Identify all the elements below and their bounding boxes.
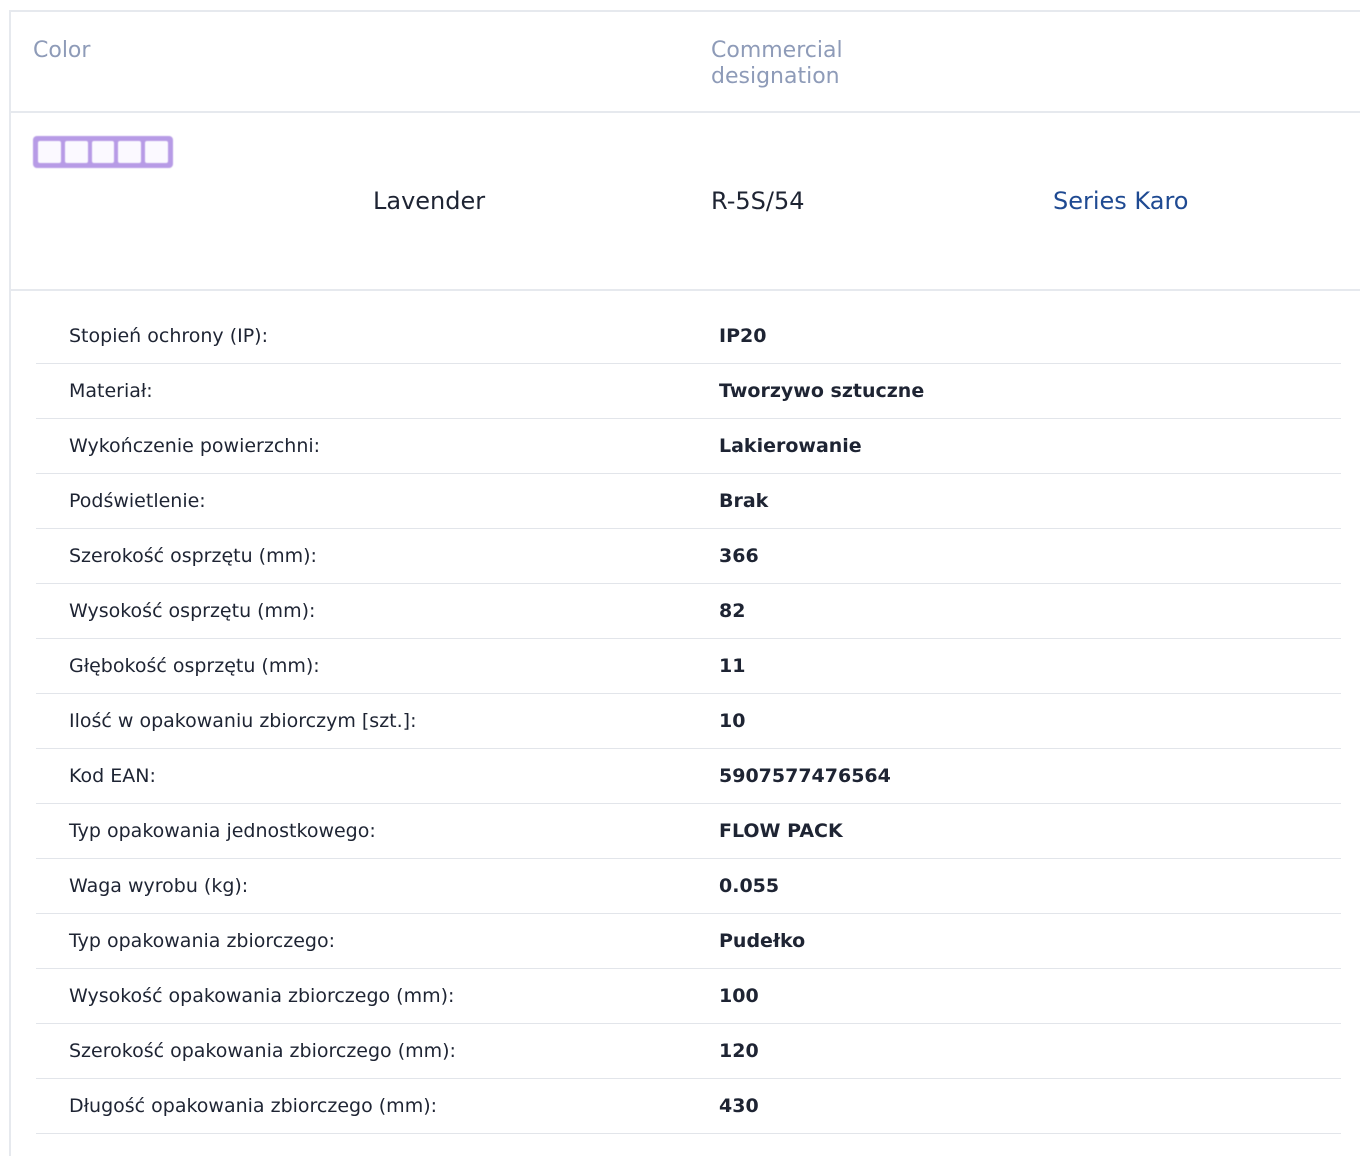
spec-row: Wysokość osprzętu (mm): 82	[36, 584, 1341, 639]
spec-value: 430	[719, 1095, 759, 1117]
spec-value: 10	[719, 710, 746, 732]
product-code: R-5S/54	[711, 187, 805, 215]
spec-value: Pudełko	[719, 930, 806, 952]
spec-label: Typ opakowania jednostkowego:	[69, 820, 376, 842]
spec-value: 100	[719, 985, 759, 1007]
spec-label: Wykończenie powierzchni:	[69, 435, 321, 457]
swatch-cell	[118, 141, 142, 163]
color-name: Lavender	[373, 187, 486, 215]
swatch-cell	[91, 141, 115, 163]
swatch-cell	[145, 141, 168, 163]
spec-row: Szerokość opakowania zbiorczego (mm): 120	[36, 1024, 1341, 1079]
spec-value: 82	[719, 600, 746, 622]
column-header-commercial-designation: Commercial designation	[711, 38, 843, 89]
specifications-table: Stopień ochrony (IP): IP20 Materiał: Tworzy…	[36, 309, 1341, 1134]
spec-value: 5907577476564	[719, 765, 891, 787]
column-header-color: Color	[33, 38, 91, 63]
spec-label: Podświetlenie:	[69, 490, 206, 512]
swatch-cell	[38, 141, 61, 163]
spec-row: Kod EAN: 5907577476564	[36, 749, 1341, 804]
series-link[interactable]: Series Karo	[1053, 187, 1188, 215]
spec-label: Typ opakowania zbiorczego:	[69, 930, 335, 952]
spec-row: Waga wyrobu (kg): 0.055	[36, 859, 1341, 914]
spec-label: Wysokość opakowania zbiorczego (mm):	[69, 985, 455, 1007]
spec-label: Wysokość osprzętu (mm):	[69, 600, 316, 622]
spec-row: Głębokość osprzętu (mm): 11	[36, 639, 1341, 694]
spec-row: Wykończenie powierzchni: Lakierowanie	[36, 419, 1341, 474]
spec-value: FLOW PACK	[719, 820, 843, 842]
spec-row: Wysokość opakowania zbiorczego (mm): 100	[36, 969, 1341, 1024]
spec-value: IP20	[719, 325, 767, 347]
lavender-frame-swatch-icon	[33, 136, 173, 168]
spec-label: Szerokość osprzętu (mm):	[69, 545, 317, 567]
spec-row: Typ opakowania zbiorczego: Pudełko	[36, 914, 1341, 969]
spec-row: Długość opakowania zbiorczego (mm): 430	[36, 1079, 1341, 1134]
spec-value: Lakierowanie	[719, 435, 862, 457]
spec-label: Długość opakowania zbiorczego (mm):	[69, 1095, 438, 1117]
spec-label: Głębokość osprzętu (mm):	[69, 655, 320, 677]
spec-value: Tworzywo sztuczne	[719, 380, 925, 402]
spec-label: Ilość w opakowaniu zbiorczym [szt.]:	[69, 710, 417, 732]
spec-label: Stopień ochrony (IP):	[69, 325, 268, 347]
spec-label: Szerokość opakowania zbiorczego (mm):	[69, 1040, 456, 1062]
spec-value: 0.055	[719, 875, 780, 897]
spec-value: 11	[719, 655, 746, 677]
spec-row: Typ opakowania jednostkowego: FLOW PACK	[36, 804, 1341, 859]
spec-label: Waga wyrobu (kg):	[69, 875, 249, 897]
product-variant-row: Lavender R-5S/54 Series Karo	[11, 113, 1360, 291]
spec-value: 120	[719, 1040, 759, 1062]
spec-row: Materiał: Tworzywo sztuczne	[36, 364, 1341, 419]
spec-label: Kod EAN:	[69, 765, 156, 787]
table-header-row: Color Commercial designation	[11, 12, 1360, 113]
spec-row: Szerokość osprzętu (mm): 366	[36, 529, 1341, 584]
spec-label: Materiał:	[69, 380, 153, 402]
spec-row: Ilość w opakowaniu zbiorczym [szt.]: 10	[36, 694, 1341, 749]
swatch-cell	[64, 141, 88, 163]
spec-value: Brak	[719, 490, 769, 512]
spec-value: 366	[719, 545, 759, 567]
spec-row: Podświetlenie: Brak	[36, 474, 1341, 529]
spec-row: Stopień ochrony (IP): IP20	[36, 309, 1341, 364]
